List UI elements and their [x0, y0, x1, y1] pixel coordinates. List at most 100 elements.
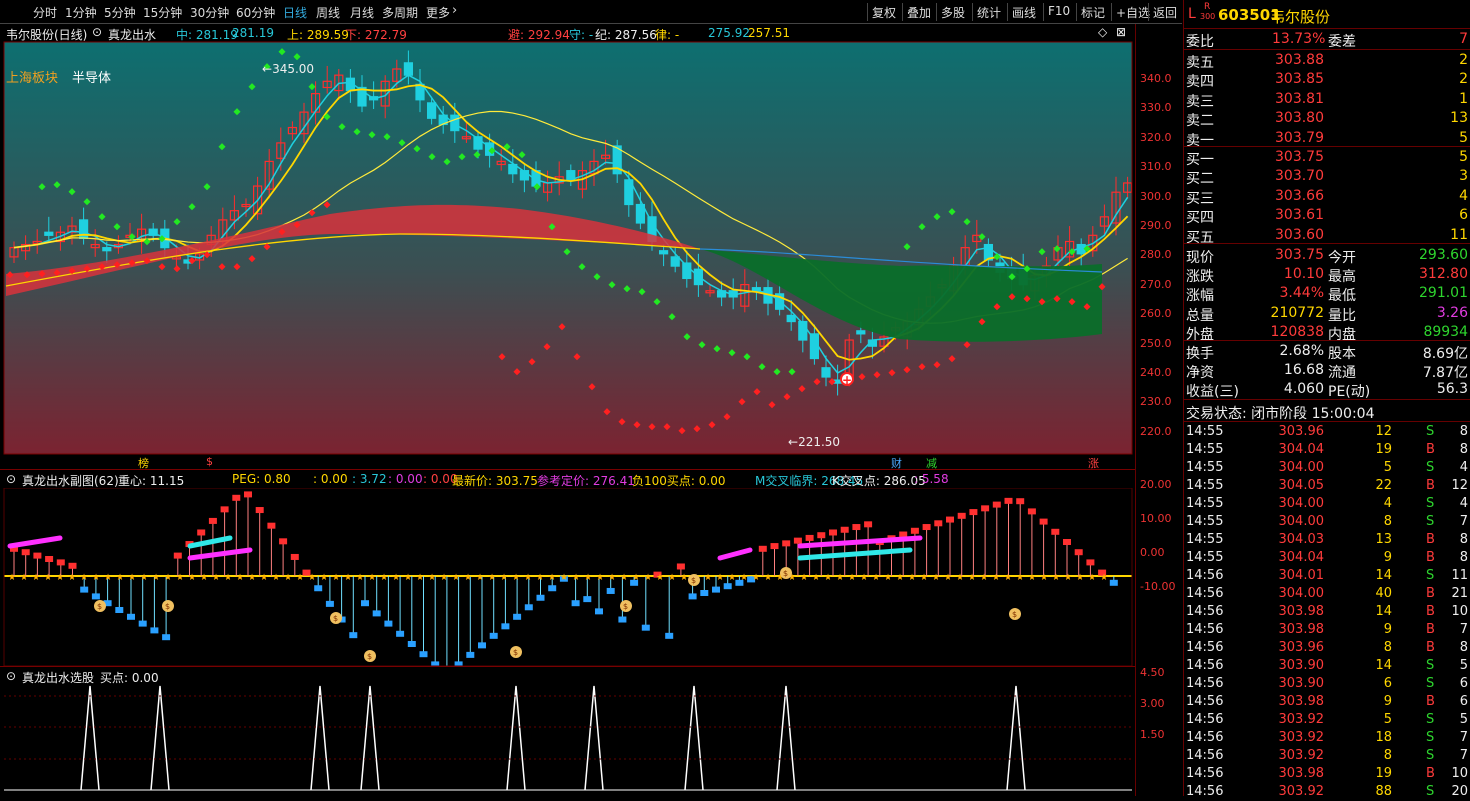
tick-side: B: [1426, 694, 1435, 709]
sub1-y-tick-3: -10.00: [1140, 580, 1176, 593]
star-marker-icon: ★: [476, 573, 484, 583]
histogram-cap: [1004, 497, 1013, 504]
tick-price: 303.92: [1278, 712, 1325, 727]
toolbar-button-5[interactable]: F10: [1043, 3, 1074, 21]
sector-label[interactable]: 上海板块: [6, 67, 58, 86]
star-marker-icon: ★: [656, 573, 664, 583]
star-marker-icon: ★: [1016, 573, 1024, 583]
tick-row: 14:55 304.04 9 B 8: [1184, 549, 1470, 567]
histogram-cap: [115, 607, 124, 613]
chevron-down-icon[interactable]: ⊙: [92, 25, 102, 39]
stat-value: 210772: [1270, 304, 1324, 321]
order-price: 303.85: [1275, 71, 1324, 88]
event-strip: [4, 455, 1132, 469]
star-marker-icon: ★: [188, 573, 196, 583]
close-icon[interactable]: ⊠: [1116, 25, 1126, 39]
histogram-cap: [712, 586, 720, 593]
sells-row[interactable]: 卖四 303.85 2: [1184, 70, 1470, 90]
tick-time: 14:56: [1186, 676, 1224, 691]
toolbar-button-1[interactable]: 叠加: [902, 3, 935, 21]
star-marker-icon: ★: [392, 573, 400, 583]
tick-volume: 9: [1383, 622, 1392, 637]
period-tab-8[interactable]: 月线: [350, 4, 374, 21]
order-label: 买三: [1186, 190, 1214, 207]
diamond-icon[interactable]: ◇: [1098, 25, 1107, 39]
tick-row: 14:56 303.92 5 S 5: [1184, 711, 1470, 729]
sells-row[interactable]: 卖一 303.79 5: [1184, 129, 1470, 149]
tick-price: 304.01: [1278, 568, 1325, 583]
tick-side: B: [1426, 604, 1435, 619]
trend-segment: [7, 535, 63, 549]
quote-stat-row: 外盘 120838 内盘 89934: [1184, 323, 1470, 343]
star-marker-icon: ★: [344, 573, 352, 583]
candle-body: [670, 256, 680, 267]
period-tab-7[interactable]: 周线: [316, 4, 340, 21]
histogram-cap: [676, 563, 685, 570]
period-tab-4[interactable]: 30分钟: [190, 4, 229, 21]
sub1-title[interactable]: 真龙出水副图(62): [22, 472, 119, 489]
histogram-cap: [840, 526, 849, 533]
legend-item-9: 257.51: [748, 26, 790, 40]
tick-price: 304.00: [1278, 586, 1325, 601]
histogram-cap: [1027, 508, 1036, 515]
tick-price: 303.98: [1278, 766, 1325, 781]
sells-row[interactable]: 卖三 303.81 1: [1184, 90, 1470, 110]
stat-label: 量比: [1328, 307, 1356, 324]
period-tab-3[interactable]: 15分钟: [143, 4, 182, 21]
buys-row[interactable]: 买二 303.70 3: [1184, 167, 1470, 187]
toolbar-button-2[interactable]: 多股: [936, 3, 969, 21]
industry-label[interactable]: 半导体: [72, 67, 111, 86]
period-tab-5[interactable]: 60分钟: [236, 4, 275, 21]
tick-price: 303.98: [1278, 694, 1325, 709]
star-marker-icon: ★: [896, 573, 904, 583]
toolbar-button-8[interactable]: 返回: [1148, 3, 1181, 21]
tick-time: 14:55: [1186, 514, 1224, 529]
histogram-cap: [595, 608, 603, 615]
buys-row[interactable]: 买一 303.75 5: [1184, 148, 1470, 168]
period-tab-2[interactable]: 5分钟: [104, 4, 136, 21]
tick-price: 303.96: [1278, 424, 1325, 439]
buys-row[interactable]: 买四 303.61 6: [1184, 206, 1470, 226]
period-tab-1[interactable]: 1分钟: [65, 4, 97, 21]
tick-time: 14:56: [1186, 604, 1224, 619]
sub2-signal-chart[interactable]: [0, 684, 1135, 796]
star-marker-icon: ★: [284, 573, 292, 583]
toolbar-button-0[interactable]: 复权: [867, 3, 900, 21]
histogram-cap: [162, 634, 171, 641]
indicator-name[interactable]: 真龙出水: [108, 26, 156, 43]
star-marker-icon: ★: [20, 573, 28, 583]
fund-label: 股本: [1328, 346, 1356, 362]
tick-row: 14:55 303.96 12 S 8: [1184, 423, 1470, 441]
buys-row[interactable]: 买三 303.66 4: [1184, 187, 1470, 207]
toolbar-button-6[interactable]: 标记: [1076, 3, 1109, 21]
histogram-cap: [325, 600, 334, 607]
period-tab-0[interactable]: 分时: [33, 4, 57, 21]
tick-count: 6: [1459, 694, 1468, 709]
main-kline-chart[interactable]: +: [0, 24, 1135, 468]
chevron-down-icon[interactable]: ⊙: [6, 669, 16, 683]
legend-item-2: 上: 289.59: [287, 28, 349, 42]
period-tab-10[interactable]: 更多: [426, 4, 450, 21]
sub1-indicator-chart[interactable]: ★ ★ ★ ★ ★ ★ ★ ★ ★ ★ ★ ★ ★ ★ ★ ★ ★ ★ ★ ★ ★ ★ ★ ★ ★ ★ ★ ★ ★ ★ ★ ★ ★ ★ ★ ★ ★ ★ ★ ★…: [0, 488, 1135, 666]
tick-side: B: [1426, 766, 1435, 781]
tick-side: B: [1426, 622, 1435, 637]
stock-title[interactable]: 韦尔股份(日线): [6, 26, 87, 43]
event-tag-1[interactable]: $: [206, 455, 213, 468]
sells-row[interactable]: 卖二 303.80 13: [1184, 109, 1470, 129]
toolbar-button-3[interactable]: 统计: [972, 3, 1005, 21]
tick-count: 8: [1459, 532, 1468, 547]
toolbar-button-4[interactable]: 画线: [1007, 3, 1040, 21]
tick-price: 303.90: [1278, 676, 1325, 691]
period-tab-9[interactable]: 多周期: [382, 4, 418, 21]
period-tab-6[interactable]: 日线: [283, 4, 307, 21]
money-bag-symbol: $: [367, 652, 372, 661]
stock-name[interactable]: 韦尔股份: [1270, 6, 1330, 27]
star-marker-icon: ★: [620, 573, 628, 583]
buys-row[interactable]: 买五 303.60 11: [1184, 226, 1470, 246]
sells-row[interactable]: 卖五 303.88 2: [1184, 51, 1470, 71]
order-price: 303.81: [1275, 90, 1324, 107]
chevron-down-icon[interactable]: ⊙: [6, 472, 16, 486]
chevron-right-icon[interactable]: ›: [452, 3, 457, 18]
tick-side: B: [1426, 550, 1435, 565]
star-marker-icon: ★: [452, 573, 460, 583]
